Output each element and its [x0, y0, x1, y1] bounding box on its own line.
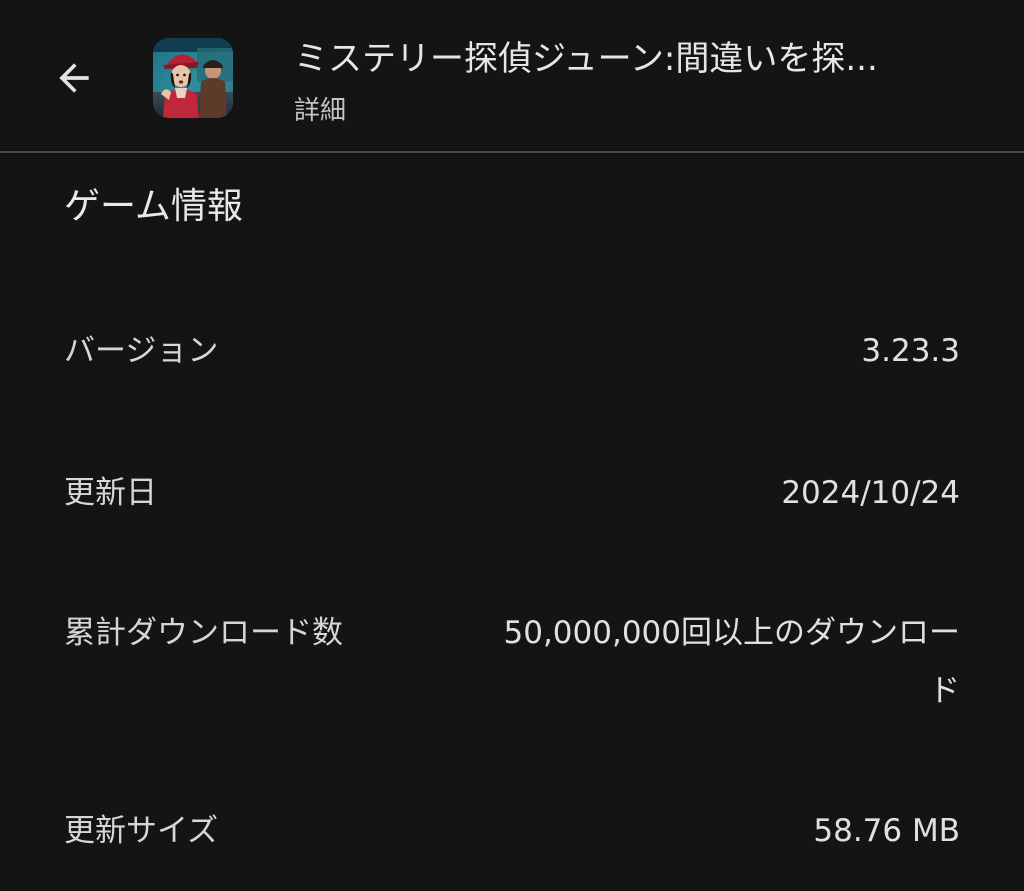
- top-app-bar: ミステリー探偵ジューン:間違いを探... 詳細: [0, 0, 1024, 152]
- updated-on-label: 更新日: [64, 475, 157, 511]
- downloads-value: 50,000,000回以上のダウンロード: [503, 615, 961, 709]
- arrow-back-icon: [59, 63, 89, 93]
- downloads-label: 累計ダウンロード数: [64, 615, 343, 651]
- app-title: ミステリー探偵ジューン:間違いを探...: [294, 39, 878, 79]
- update-size-label: 更新サイズ: [64, 813, 219, 849]
- version-label: バージョン: [64, 333, 219, 369]
- header-divider: [0, 151, 1024, 153]
- app-icon-artwork: [153, 38, 233, 118]
- app-icon[interactable]: [153, 38, 233, 118]
- updated-on-value: 2024/10/24: [781, 475, 960, 511]
- back-button[interactable]: [44, 48, 104, 108]
- section-heading-game-info: ゲーム情報: [64, 186, 243, 227]
- page-subtitle: 詳細: [294, 96, 347, 126]
- version-value: 3.23.3: [861, 333, 960, 369]
- update-size-value: 58.76 MB: [813, 813, 960, 849]
